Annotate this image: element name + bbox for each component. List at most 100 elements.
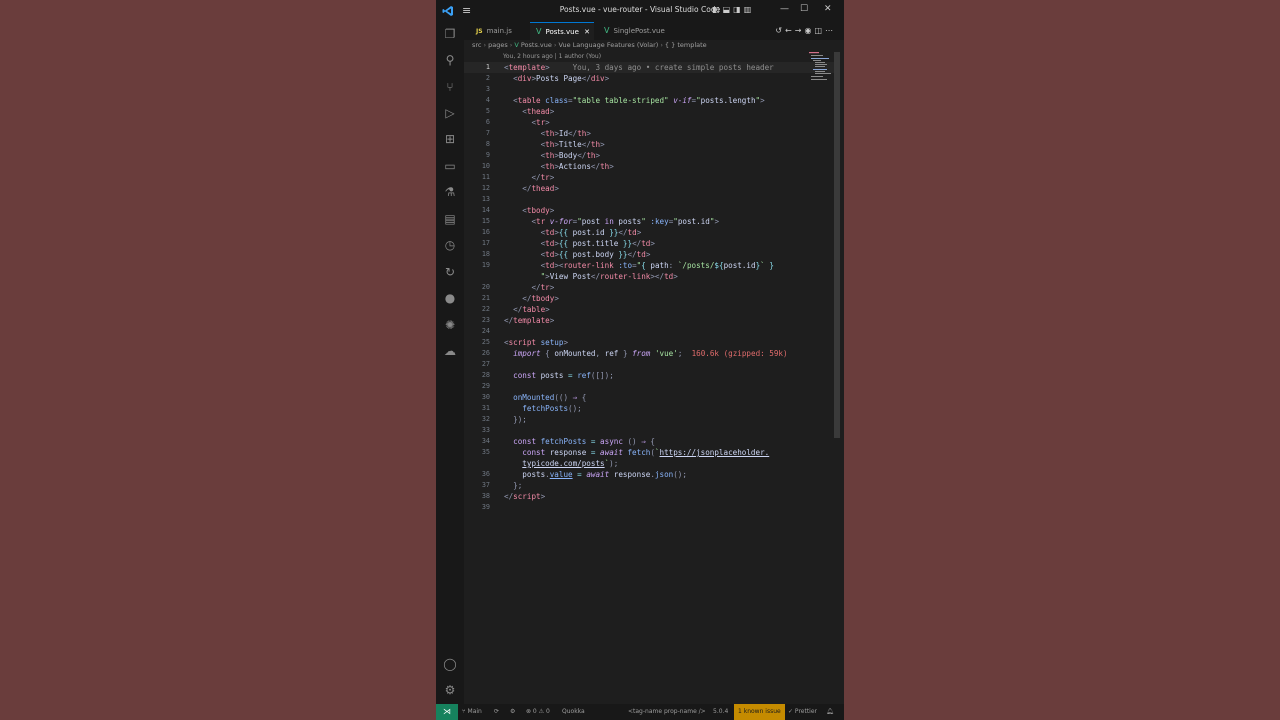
manage-gear-icon[interactable]: ⚙ — [443, 683, 457, 697]
code-line: 12 </thead> — [481, 184, 559, 193]
vue-file-icon: V — [604, 26, 610, 35]
toggle-primary-sidebar-icon[interactable]: ◧ — [712, 5, 723, 14]
status-bar: ⋊ ⑂ Main ⟳ ⚙ ⊗ 0 ⚠ 0 Quokka <tag-name pr… — [436, 704, 844, 720]
codelens-authors[interactable]: You, 2 hours ago | 1 author (You) — [503, 53, 601, 60]
preview-icon[interactable]: ◉ — [804, 26, 814, 35]
code-line: 13 — [481, 195, 490, 203]
breadcrumb-item[interactable]: pages — [488, 41, 508, 49]
code-line: 35 const response = await fetch(`https:/… — [481, 448, 770, 457]
settings-sync-icon[interactable]: ✺ — [443, 318, 457, 332]
title-bar: ≡ Posts.vue - vue-router - Visual Studio… — [436, 0, 844, 22]
close-tab-icon[interactable]: ✕ — [584, 23, 590, 41]
code-line: 33 — [481, 426, 490, 434]
code-line: 24 — [481, 327, 490, 335]
notifications-bell-icon[interactable]: 🔔︎ — [826, 704, 834, 720]
minimize-icon[interactable]: — — [780, 4, 789, 14]
code-line: 20 </tr> — [481, 283, 555, 292]
import-cost-annotation: 160.6k (gzipped: 59k) — [691, 349, 788, 358]
code-line: 8 <th>Title</th> — [485, 140, 605, 149]
known-issue-badge[interactable]: 1 known issue — [734, 704, 785, 720]
code-editor[interactable]: 1 <template> You, 3 days ago • create sim… — [464, 62, 836, 522]
toggle-secondary-sidebar-icon[interactable]: ◨ — [733, 5, 744, 14]
docker-icon[interactable]: ☁ — [443, 344, 457, 358]
typescript-version[interactable]: 5.0.4 — [713, 704, 728, 720]
open-changes-icon[interactable]: ↺ — [775, 26, 785, 35]
clipboard-icon[interactable]: ▤ — [443, 212, 457, 226]
breadcrumb-item[interactable]: Vue Language Features (Volar) — [559, 41, 659, 49]
code-line: 17 <td>{{ post.title }}</td> — [481, 239, 655, 248]
code-line: 7 <th>Id</th> — [485, 129, 591, 138]
code-line: 6 <tr> — [485, 118, 550, 127]
chevron-right-icon: › — [660, 41, 663, 49]
code-line: 14 <tbody> — [481, 206, 555, 215]
problems-status[interactable]: ⊗ 0 ⚠ 0 — [526, 704, 550, 720]
go-forward-icon[interactable]: → — [795, 26, 805, 35]
chevron-right-icon: › — [509, 41, 513, 49]
github-icon[interactable]: ● — [443, 291, 457, 305]
breadcrumb: src › pages › V Posts.vue › Vue Language Featu… — [472, 41, 707, 49]
sync-icon[interactable]: ⟳ — [494, 704, 499, 720]
breadcrumb-item[interactable]: Posts.vue — [521, 41, 552, 49]
breadcrumb-item[interactable]: src — [472, 41, 482, 49]
code-line: 25 <script setup> — [481, 338, 569, 347]
code-line: 11 </tr> — [481, 173, 555, 182]
code-line: 3 — [485, 85, 490, 93]
activity-bar: ❐ ⚲ ⑂ ▷ ⊞ ▭ ⚗ ▤ ◷ ↻ ● ✺ ☁ ◯ ⚙ — [436, 22, 464, 704]
js-file-icon: JS — [476, 28, 483, 35]
search-icon[interactable]: ⚲ — [443, 53, 457, 67]
live-share-icon[interactable]: ↻ — [443, 265, 457, 279]
testing-icon[interactable]: ⚗ — [443, 185, 457, 199]
vue-file-icon: V — [536, 27, 542, 36]
code-line: 38 </script> — [481, 492, 546, 501]
code-line: 15 <tr v-for="post in posts" :key="post.… — [481, 217, 720, 226]
maximize-icon[interactable]: ☐ — [800, 4, 808, 14]
editor-actions[interactable]: ↺←→◉◫⋯ — [775, 26, 836, 35]
code-line: 10 <th>Actions</th> — [481, 162, 614, 171]
code-line: 2 <div>Posts Page</div> — [485, 74, 610, 83]
code-line: 4 <table class="table table-striped" v-i… — [485, 96, 765, 105]
editor-scrollbar[interactable] — [834, 52, 840, 438]
code-line: 32 }); — [481, 415, 527, 424]
split-editor-icon[interactable]: ◫ — [814, 26, 825, 35]
explorer-icon[interactable]: ❐ — [443, 27, 457, 41]
editor-tabs: JS main.js V Posts.vue ✕ V SinglePost.vue ↺… — [464, 22, 844, 40]
code-line: 21 </tbody> — [481, 294, 559, 303]
tab-main-js[interactable]: JS main.js — [470, 22, 532, 40]
close-window-icon[interactable]: ✕ — [824, 4, 832, 14]
minimap[interactable] — [809, 52, 833, 82]
quokka-status[interactable]: Quokka — [562, 704, 585, 720]
prettier-status[interactable]: ✓ Prettier — [788, 704, 817, 720]
breadcrumb-item[interactable]: { } template — [665, 41, 707, 49]
code-line: 22 </table> — [481, 305, 550, 314]
background-right — [844, 0, 1280, 720]
run-debug-icon[interactable]: ▷ — [443, 106, 457, 120]
code-line: 1 <template> You, 3 days ago • create sim… — [485, 63, 774, 72]
code-line: 23 </template> — [481, 316, 555, 325]
code-line: 16 <td>{{ post.id }}</td> — [481, 228, 642, 237]
branch-status[interactable]: ⑂ Main — [462, 704, 482, 720]
code-line: 28 const posts = ref([]); — [481, 371, 614, 380]
tab-posts-vue[interactable]: V Posts.vue ✕ — [530, 22, 594, 40]
layout-controls[interactable]: ◧⬓◨▥ — [712, 5, 754, 14]
code-line: 30 onMounted(() ⇒ { — [481, 393, 587, 402]
code-line: 26 import { onMounted, ref } from 'vue';… — [481, 349, 788, 358]
timeline-icon[interactable]: ◷ — [443, 238, 457, 252]
customize-layout-icon[interactable]: ▥ — [744, 5, 755, 14]
code-line: 31 fetchPosts(); — [481, 404, 582, 413]
source-control-icon[interactable]: ⑂ — [443, 80, 457, 94]
remote-explorer-icon[interactable]: ▭ — [443, 159, 457, 173]
go-back-icon[interactable]: ← — [785, 26, 795, 35]
accounts-icon[interactable]: ◯ — [443, 657, 457, 671]
code-line: 18 <td>{{ post.body }}</td> — [481, 250, 651, 259]
code-line: 27 — [481, 360, 490, 368]
remote-indicator-icon[interactable]: ⋊ — [436, 704, 458, 720]
sync-changes-icon[interactable]: ⚙ — [510, 704, 515, 720]
tag-name-status[interactable]: <tag-name prop-name /> — [628, 704, 706, 720]
toggle-panel-icon[interactable]: ⬓ — [723, 5, 734, 14]
vscode-window: ≡ Posts.vue - vue-router - Visual Studio… — [436, 0, 844, 720]
chevron-right-icon: › — [483, 41, 487, 49]
more-actions-icon[interactable]: ⋯ — [825, 26, 836, 35]
code-line: 29 — [481, 382, 490, 390]
extensions-icon[interactable]: ⊞ — [443, 132, 457, 146]
tab-singlepost-vue[interactable]: V SinglePost.vue — [598, 22, 680, 40]
